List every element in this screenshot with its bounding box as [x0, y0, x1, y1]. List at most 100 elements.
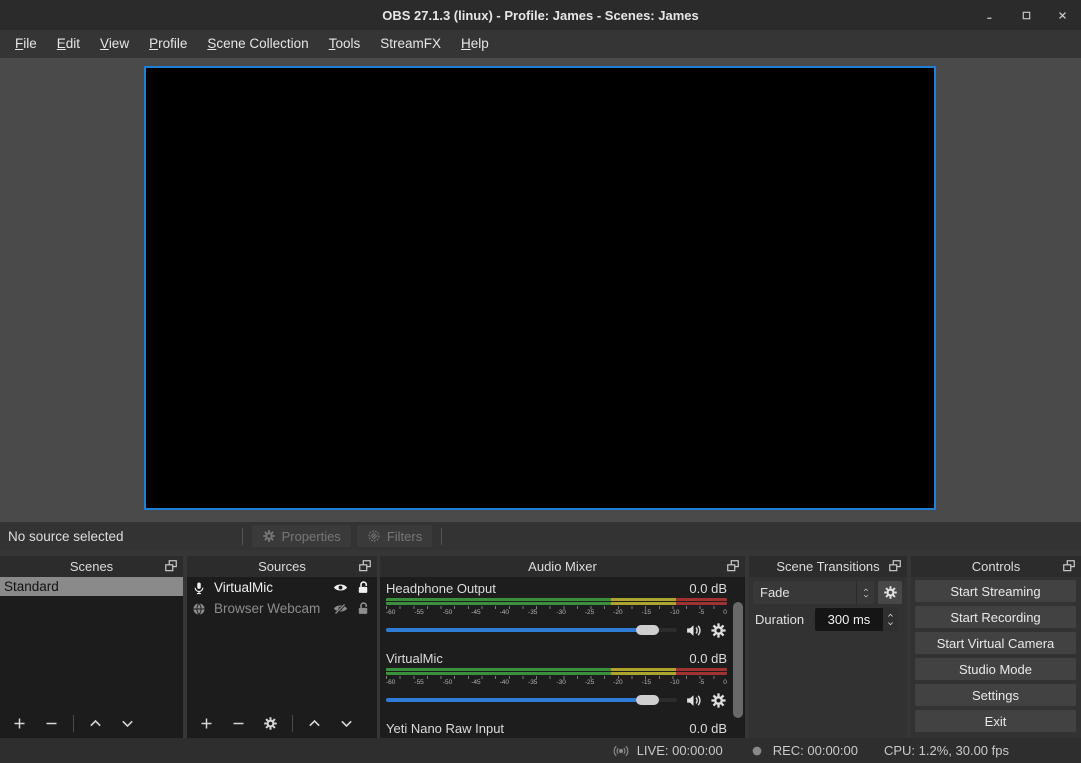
- slider-handle[interactable]: [636, 695, 659, 705]
- volume-slider[interactable]: [386, 628, 677, 632]
- mixer-channel-headphone-output: Headphone Output 0.0 dB -60-55-50-45-40-…: [386, 581, 727, 642]
- scene-transitions-dock: Scene Transitions Fade Duration 300 ms: [749, 556, 907, 738]
- start-virtual-camera-button[interactable]: Start Virtual Camera: [915, 632, 1076, 654]
- start-streaming-button[interactable]: Start Streaming: [915, 580, 1076, 602]
- filter-icon: [367, 529, 381, 543]
- menu-edit[interactable]: Edit: [47, 30, 90, 58]
- meter-tick-labels: -60-55-50-45-40-35-30-25-20-15-10-50: [386, 679, 727, 687]
- controls-dock-header: Controls: [911, 556, 1081, 577]
- mixer-channel-yeti-nano: Yeti Nano Raw Input 0.0 dB -60-55-50-45-…: [386, 721, 727, 738]
- spinbox-arrows-icon[interactable]: [883, 608, 898, 631]
- source-properties-gear-icon[interactable]: [262, 715, 279, 732]
- mixer-dock-title: Audio Mixer: [528, 559, 597, 574]
- source-toolbar: No source selected Properties Filters: [0, 522, 1081, 550]
- remove-scene-button[interactable]: [43, 715, 60, 732]
- add-scene-button[interactable]: [11, 715, 28, 732]
- close-icon[interactable]: [1051, 4, 1073, 26]
- visibility-eye-off-icon[interactable]: [333, 601, 348, 616]
- scenes-dock: Scenes Standard: [0, 556, 183, 738]
- scenes-dock-header: Scenes: [0, 556, 183, 577]
- rec-time: REC: 00:00:00: [773, 743, 858, 758]
- broadcast-icon: [613, 743, 629, 759]
- speaker-icon[interactable]: [685, 692, 702, 709]
- globe-icon: [192, 602, 206, 616]
- popout-icon[interactable]: [164, 559, 178, 573]
- mixer-dock-header: Audio Mixer: [380, 556, 745, 577]
- move-source-down-button[interactable]: [338, 715, 355, 732]
- menu-streamfx[interactable]: StreamFX: [370, 30, 451, 58]
- mixer-channel-virtualmic: VirtualMic 0.0 dB -60-55-50-45-40-35-30-…: [386, 651, 727, 712]
- record-dot-icon: [749, 743, 765, 759]
- gear-icon: [262, 529, 276, 543]
- exit-button[interactable]: Exit: [915, 710, 1076, 732]
- volume-slider[interactable]: [386, 698, 677, 702]
- settings-button[interactable]: Settings: [915, 684, 1076, 706]
- gear-icon[interactable]: [710, 622, 727, 639]
- popout-icon[interactable]: [888, 559, 902, 573]
- menu-scene-collection[interactable]: Scene Collection: [197, 30, 318, 58]
- studio-mode-button[interactable]: Studio Mode: [915, 658, 1076, 680]
- source-label: VirtualMic: [214, 580, 325, 595]
- controls-dock-title: Controls: [972, 559, 1020, 574]
- source-item-browser-webcam[interactable]: Browser Webcam: [187, 598, 377, 619]
- transition-select[interactable]: Fade: [753, 581, 874, 604]
- channel-level: 0.0 dB: [689, 581, 727, 598]
- sources-toolbar: [187, 708, 377, 738]
- filters-label: Filters: [387, 529, 422, 544]
- remove-source-button[interactable]: [230, 715, 247, 732]
- transitions-dock-title: Scene Transitions: [776, 559, 879, 574]
- combo-spinner-icon[interactable]: [856, 581, 874, 604]
- audio-mixer-dock: Audio Mixer Headphone Output 0.0 dB -60-…: [380, 556, 745, 738]
- menu-profile[interactable]: Profile: [139, 30, 197, 58]
- popout-icon[interactable]: [358, 559, 372, 573]
- microphone-icon: [192, 581, 206, 595]
- window-controls: [979, 0, 1073, 30]
- controls-dock: Controls Start Streaming Start Recording…: [911, 556, 1081, 738]
- scene-item[interactable]: Standard: [0, 577, 183, 596]
- menu-help[interactable]: Help: [451, 30, 499, 58]
- scenes-dock-title: Scenes: [70, 559, 113, 574]
- add-source-button[interactable]: [198, 715, 215, 732]
- source-label: Browser Webcam: [214, 601, 325, 616]
- canvas-background: [0, 58, 1081, 522]
- channel-level: 0.0 dB: [689, 651, 727, 668]
- transition-properties-button[interactable]: [878, 581, 902, 604]
- menu-file[interactable]: File: [5, 30, 47, 58]
- start-recording-button[interactable]: Start Recording: [915, 606, 1076, 628]
- slider-handle[interactable]: [636, 625, 659, 635]
- move-scene-down-button[interactable]: [119, 715, 136, 732]
- scenes-toolbar: [0, 708, 183, 738]
- scrollbar[interactable]: [733, 602, 743, 718]
- popout-icon[interactable]: [726, 559, 740, 573]
- meter-tick-labels: -60-55-50-45-40-35-30-25-20-15-10-50: [386, 609, 727, 617]
- transitions-dock-header: Scene Transitions: [749, 556, 907, 577]
- scenes-list: Standard: [0, 577, 183, 708]
- separator: [292, 715, 293, 732]
- duration-value: 300 ms: [815, 612, 883, 627]
- mixer-body: Headphone Output 0.0 dB -60-55-50-45-40-…: [380, 577, 745, 738]
- channel-level: 0.0 dB: [689, 721, 727, 738]
- move-scene-up-button[interactable]: [87, 715, 104, 732]
- duration-spinbox[interactable]: 300 ms: [815, 608, 898, 631]
- move-source-up-button[interactable]: [306, 715, 323, 732]
- volume-meter: [386, 668, 727, 675]
- popout-icon[interactable]: [1062, 559, 1076, 573]
- minimize-icon[interactable]: [979, 4, 1001, 26]
- channel-name: Headphone Output: [386, 581, 496, 598]
- sources-dock-header: Sources: [187, 556, 377, 577]
- filters-button: Filters: [357, 525, 432, 547]
- maximize-icon[interactable]: [1015, 4, 1037, 26]
- visibility-eye-icon[interactable]: [333, 580, 348, 595]
- lock-icon[interactable]: [356, 601, 371, 616]
- lock-icon[interactable]: [356, 580, 371, 595]
- channel-name: VirtualMic: [386, 651, 443, 668]
- status-bar: LIVE: 00:00:00 REC: 00:00:00 CPU: 1.2%, …: [0, 738, 1081, 763]
- gear-icon[interactable]: [710, 692, 727, 709]
- menu-tools[interactable]: Tools: [319, 30, 371, 58]
- speaker-icon[interactable]: [685, 622, 702, 639]
- preview-canvas[interactable]: [144, 66, 936, 510]
- menu-view[interactable]: View: [90, 30, 139, 58]
- source-item-virtualmic[interactable]: VirtualMic: [187, 577, 377, 598]
- volume-meter: [386, 598, 727, 605]
- separator: [73, 715, 74, 732]
